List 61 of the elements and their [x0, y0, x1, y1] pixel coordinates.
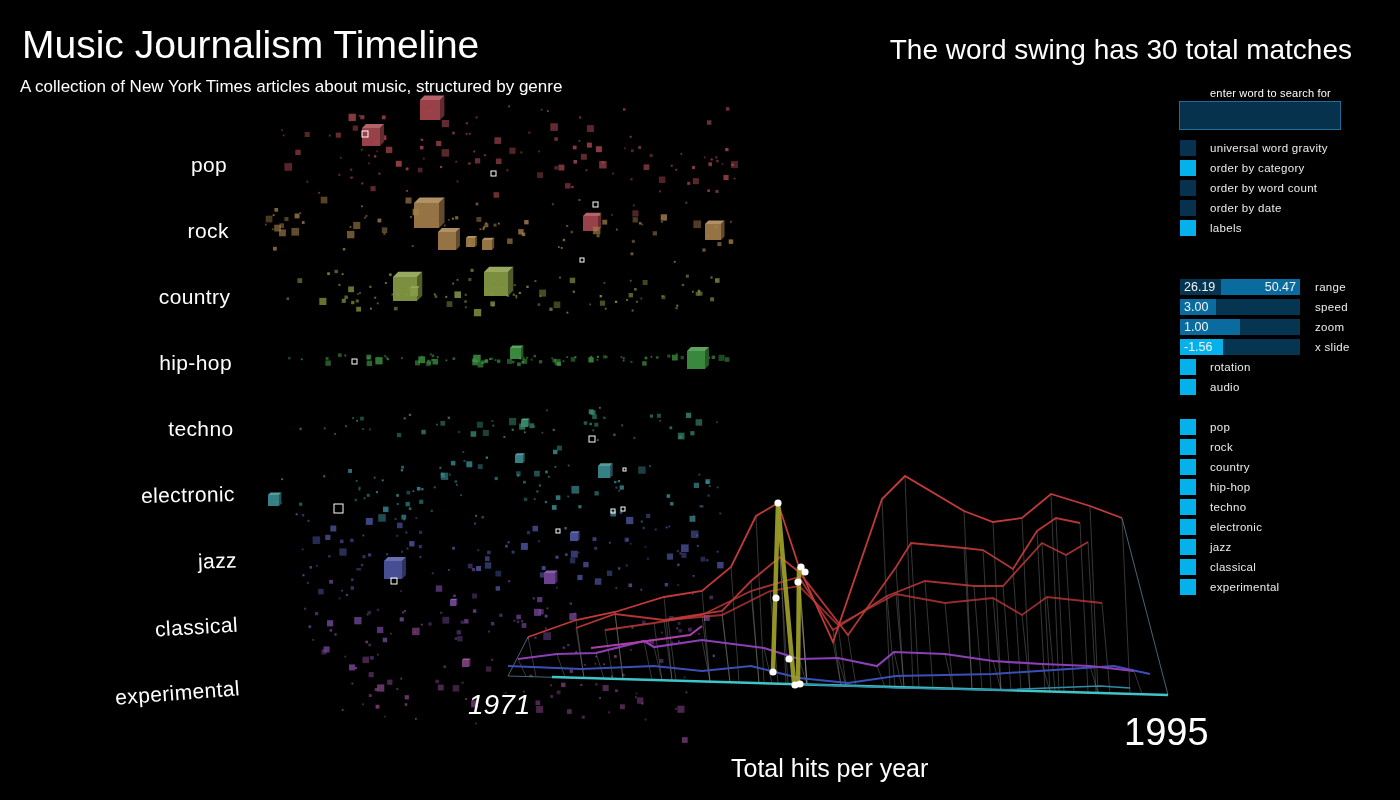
search-field[interactable] [1179, 101, 1341, 130]
checkbox-label: audio [1210, 380, 1240, 394]
checkbox-label: pop [1210, 420, 1231, 434]
checkbox-label: electronic [1210, 520, 1263, 534]
slider-label: range [1315, 280, 1346, 294]
slider-value: -1.56 [1184, 340, 1213, 354]
slider-label: speed [1315, 300, 1348, 314]
checkbox-label: rock [1210, 440, 1233, 454]
genre-label: country [158, 284, 231, 310]
axis-start-year: 1971 [468, 689, 531, 721]
checkbox-label: hip-hop [1210, 480, 1251, 494]
checkbox-label: classical [1210, 560, 1257, 574]
checkbox[interactable] [1180, 379, 1196, 395]
slider-track[interactable]: 1.00 [1180, 319, 1300, 335]
search-label: enter word to search for [1210, 86, 1331, 100]
checkbox[interactable] [1180, 499, 1196, 515]
checkbox[interactable] [1180, 459, 1196, 475]
slider-value: 50.47 [1264, 280, 1296, 294]
checkbox[interactable] [1180, 539, 1196, 555]
checkbox-label: order by date [1210, 201, 1282, 215]
genre-label: experimental [114, 675, 241, 711]
slider-value: 26.19 [1184, 280, 1216, 294]
page-subtitle: A collection of New York Times articles about music, structured by genre [20, 76, 563, 98]
slider-value: 1.00 [1184, 320, 1209, 334]
checkbox[interactable] [1180, 439, 1196, 455]
checkbox[interactable] [1180, 180, 1196, 196]
checkbox[interactable] [1180, 359, 1196, 375]
checkbox[interactable] [1180, 220, 1196, 236]
genre-label: jazz [197, 547, 238, 575]
checkbox[interactable] [1180, 419, 1196, 435]
genre-label: pop [190, 152, 228, 178]
checkbox-label: experimental [1210, 580, 1280, 594]
checkbox[interactable] [1180, 519, 1196, 535]
page-title: Music Journalism Timeline [22, 22, 480, 68]
slider-value: 3.00 [1184, 300, 1209, 314]
slider-label: x slide [1315, 340, 1350, 354]
checkbox[interactable] [1180, 559, 1196, 575]
match-count-heading: The word swing has 30 total matches [889, 33, 1352, 67]
genre-label: electronic [141, 481, 236, 509]
checkbox[interactable] [1180, 200, 1196, 216]
checkbox[interactable] [1180, 479, 1196, 495]
checkbox-label: jazz [1210, 540, 1232, 554]
slider-label: zoom [1315, 320, 1345, 334]
checkbox[interactable] [1180, 140, 1196, 156]
checkbox-label: country [1210, 460, 1250, 474]
genre-label: hip-hop [159, 350, 232, 376]
genre-label: rock [187, 218, 229, 244]
genre-label: techno [168, 416, 234, 442]
checkbox-label: techno [1210, 500, 1247, 514]
checkbox[interactable] [1180, 160, 1196, 176]
checkbox-label: order by word count [1210, 181, 1318, 195]
checkbox-label: order by category [1210, 161, 1305, 175]
slider-track[interactable]: 3.00 [1180, 299, 1300, 315]
checkbox[interactable] [1180, 579, 1196, 595]
axis-caption: Total hits per year [731, 754, 929, 783]
range-slider-track[interactable]: 26.19 50.47 [1180, 279, 1300, 295]
genre-label: classical [154, 611, 240, 643]
checkbox-label: rotation [1210, 360, 1251, 374]
checkbox-label: universal word gravity [1210, 141, 1328, 155]
checkbox-label: labels [1210, 221, 1242, 235]
axis-end-year: 1995 [1124, 710, 1209, 754]
